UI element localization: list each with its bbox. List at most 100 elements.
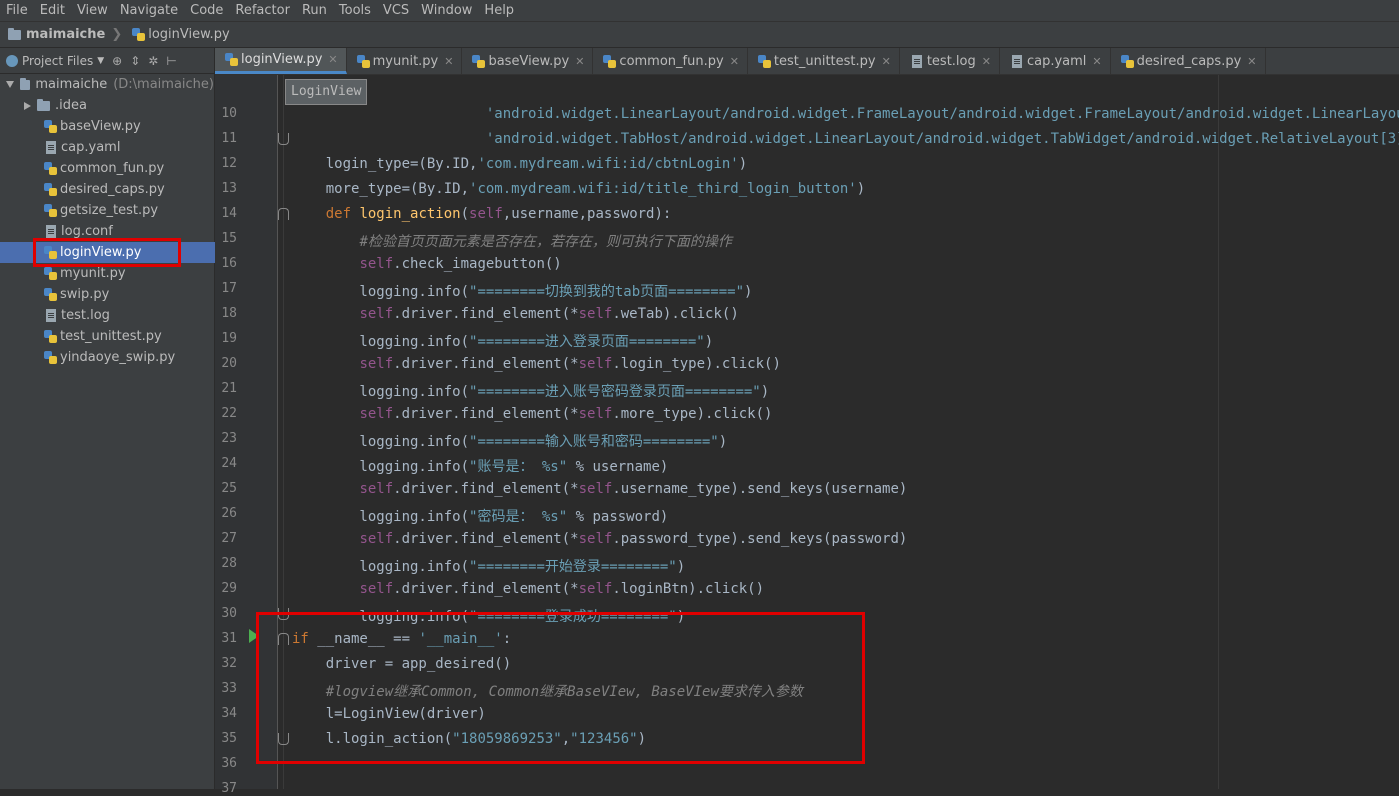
line-number: 21 [221,381,237,396]
python-file-icon [472,54,486,68]
tree-item-idea[interactable]: .idea [0,95,238,116]
expand-arrow-icon[interactable] [6,81,14,88]
sync-icon[interactable]: ⊕ [112,54,122,68]
text-file-icon [46,225,56,238]
folder-icon [20,77,31,90]
menu-code[interactable]: Code [184,0,229,21]
line-number: 12 [221,156,237,171]
line-number: 14 [221,206,237,221]
line-number: 23 [221,431,237,446]
menu-navigate[interactable]: Navigate [114,0,184,21]
hide-icon[interactable]: ⊢ [166,54,176,68]
close-icon[interactable]: ✕ [444,55,453,68]
line-number: 32 [221,656,237,671]
line-number: 36 [221,756,237,771]
code-line-29: self.driver.find_element(*self.loginBtn)… [359,581,765,597]
folder-icon [8,27,21,40]
python-file-icon [44,351,57,364]
menu-view[interactable]: View [71,0,114,21]
tab-test-log[interactable]: test.log ✕ [900,48,1000,74]
expand-arrow-icon[interactable] [24,101,31,110]
class-name-tooltip: LoginView [285,79,368,105]
tree-item-label: swip.py [60,287,110,302]
close-icon[interactable]: ✕ [328,53,337,66]
menu-help[interactable]: Help [478,0,520,21]
close-icon[interactable]: ✕ [1092,55,1101,68]
code-line-27: self.driver.find_element(*self.password_… [359,531,908,547]
project-sidebar: Project Files ▼ ⊕ ⇕ ✲ ⊢ maimaiche (D:\ma… [0,48,258,789]
line-number: 22 [221,406,237,421]
project-files-dropdown[interactable]: Project Files ▼ [6,54,104,68]
code-line-10: 'android.widget.LinearLayout/android.wid… [485,106,1399,122]
tab-myunit-py[interactable]: myunit.py ✕ [347,48,463,74]
line-number: 20 [221,356,237,371]
text-file-icon [1011,54,1022,68]
close-icon[interactable]: ✕ [730,55,739,68]
code-line-18: self.driver.find_element(*self.weTab).cl… [359,306,739,322]
python-file-icon [225,53,238,66]
code-line-16: self.check_imagebutton() [359,256,562,272]
code-line-13: more_type=(By.ID,'com.mydream.wifi:id/ti… [292,181,866,197]
menu-run[interactable]: Run [296,0,333,21]
menu-refactor[interactable]: Refactor [229,0,296,21]
fold-marker-icon[interactable] [278,208,289,220]
menu-window[interactable]: Window [415,0,478,21]
python-file-icon [44,120,57,133]
tab-label: cap.yaml [1026,53,1087,69]
code-editor[interactable]: 10 11 12 13 14 15 16 17 18 19 20 21 22 23 24 25 26 27 28 29… [215,75,1399,796]
close-icon[interactable]: ✕ [882,55,891,68]
tab-label: test_unittest.py [773,53,876,69]
line-number: 13 [221,181,237,196]
text-file-icon [911,54,922,68]
editor-tabs: loginView.py ✕ myunit.py ✕ baseView.py ✕ commo… [215,48,1399,75]
menu-file[interactable]: File [0,0,34,21]
menu-vcs[interactable]: VCS [377,0,415,21]
code-line-14: def login_action(self,username,password)… [325,206,672,222]
tab-test-unittest-py[interactable]: test_unittest.py ✕ [748,48,900,74]
tab-common-fun-py[interactable]: common_fun.py ✕ [593,48,748,74]
line-number: 24 [221,456,237,471]
code-line-15: #检验首页页面元素是否存在，若存在，则可执行下面的操作 [359,234,732,250]
tree-item-label: getsize_test.py [60,203,159,218]
python-file-icon [132,28,146,41]
tab-baseview-py[interactable]: baseView.py ✕ [462,48,594,74]
close-icon[interactable]: ✕ [982,55,991,68]
code-line-12: login_type=(By.ID,'com.mydream.wifi:id/c… [292,156,748,172]
python-file-icon [603,54,617,68]
code-line-21: logging.info("========进入账号密码登录页面========… [292,384,770,400]
menu-edit[interactable]: Edit [34,0,71,21]
line-number: 30 [221,606,237,621]
tab-label: test.log [926,53,976,69]
python-file-icon [44,330,57,343]
tree-root[interactable]: maimaiche (D:\maimaiche) [0,74,214,95]
line-number: 29 [221,581,237,596]
code-line-19: logging.info("========进入登录页面========") [292,334,714,350]
code-line-11: 'android.widget.TabHost/android.widget.L… [485,131,1399,147]
tree-item-label: desired_caps.py [60,182,165,197]
text-file-icon [46,141,56,154]
tab-cap-yaml[interactable]: cap.yaml ✕ [1000,48,1111,74]
line-number: 15 [221,231,237,246]
python-file-icon [44,267,57,280]
breadcrumb-project[interactable]: maimaiche [0,27,109,42]
line-number: 10 [221,106,237,121]
tab-loginview-py[interactable]: loginView.py ✕ [215,48,347,74]
annotation-box-sidebar [33,238,181,267]
tree-item-label: yindaoye_swip.py [60,350,176,365]
close-icon[interactable]: ✕ [1247,55,1256,68]
tab-desired-caps-py[interactable]: desired_caps.py ✕ [1111,48,1266,74]
line-number: 33 [221,681,237,696]
menu-tools[interactable]: Tools [333,0,377,21]
fold-marker-icon[interactable] [278,133,289,145]
gear-icon[interactable]: ✲ [148,54,158,68]
tree-item-label: common_fun.py [60,161,165,176]
collapse-icon[interactable]: ⇕ [130,54,140,68]
code-line-22: self.driver.find_element(*self.more_type… [359,406,773,422]
line-number: 19 [221,331,237,346]
tree-item-label: myunit.py [60,266,126,281]
close-icon[interactable]: ✕ [575,55,584,68]
line-number: 25 [221,481,237,496]
breadcrumb-file[interactable]: loginView.py [124,27,233,42]
line-number: 27 [221,531,237,546]
code-line-24: logging.info("账号是： %s" % username) [292,459,669,475]
